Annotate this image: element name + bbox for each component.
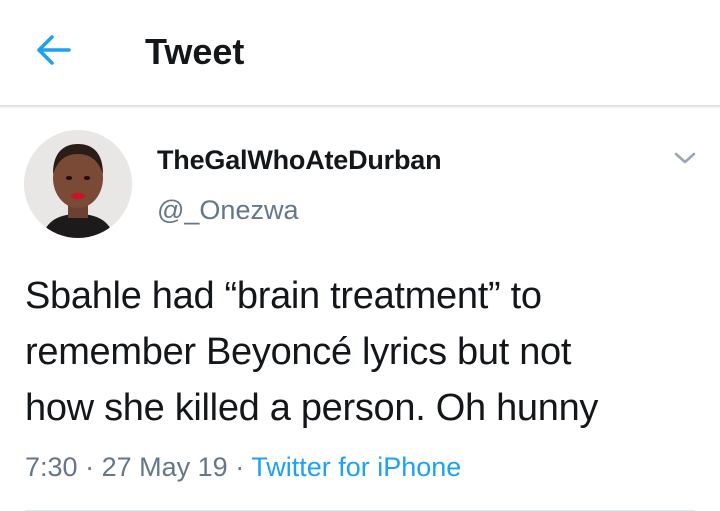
tweet-text-line: remember Beyoncé lyrics but not: [25, 331, 572, 373]
page-title: Tweet: [145, 31, 245, 72]
tweet-source-link[interactable]: Twitter for iPhone: [251, 452, 461, 482]
avatar[interactable]: [24, 130, 132, 238]
chevron-down-icon: [673, 150, 697, 171]
tweet-text-line: Sbahle had “brain treatment” to: [25, 275, 542, 317]
back-button[interactable]: [28, 28, 80, 76]
header-divider: [0, 105, 720, 109]
tweet-time: 7:30: [25, 452, 78, 482]
tweet-text: Sbahle had “brain treatment” to remember…: [25, 268, 705, 436]
arrow-left-icon: [35, 33, 73, 72]
tweet-text-line: how she killed a person. Oh hunny: [25, 387, 599, 429]
username-handle[interactable]: @_Onezwa: [157, 193, 298, 227]
display-name[interactable]: TheGalWhoAteDurban: [157, 143, 442, 177]
more-options-button[interactable]: [668, 146, 702, 174]
top-app-bar: Tweet: [0, 0, 720, 105]
tweet-detail-screen: Tweet TheGalWhoAteDurban @_Onezwa Sbahle…: [0, 0, 720, 511]
tweet-metadata: 7:30 · 27 May 19 · Twitter for iPhone: [25, 450, 461, 484]
tweet-date: 27 May 19: [101, 452, 228, 482]
meta-separator: ·: [235, 452, 245, 482]
meta-separator: ·: [85, 452, 95, 482]
